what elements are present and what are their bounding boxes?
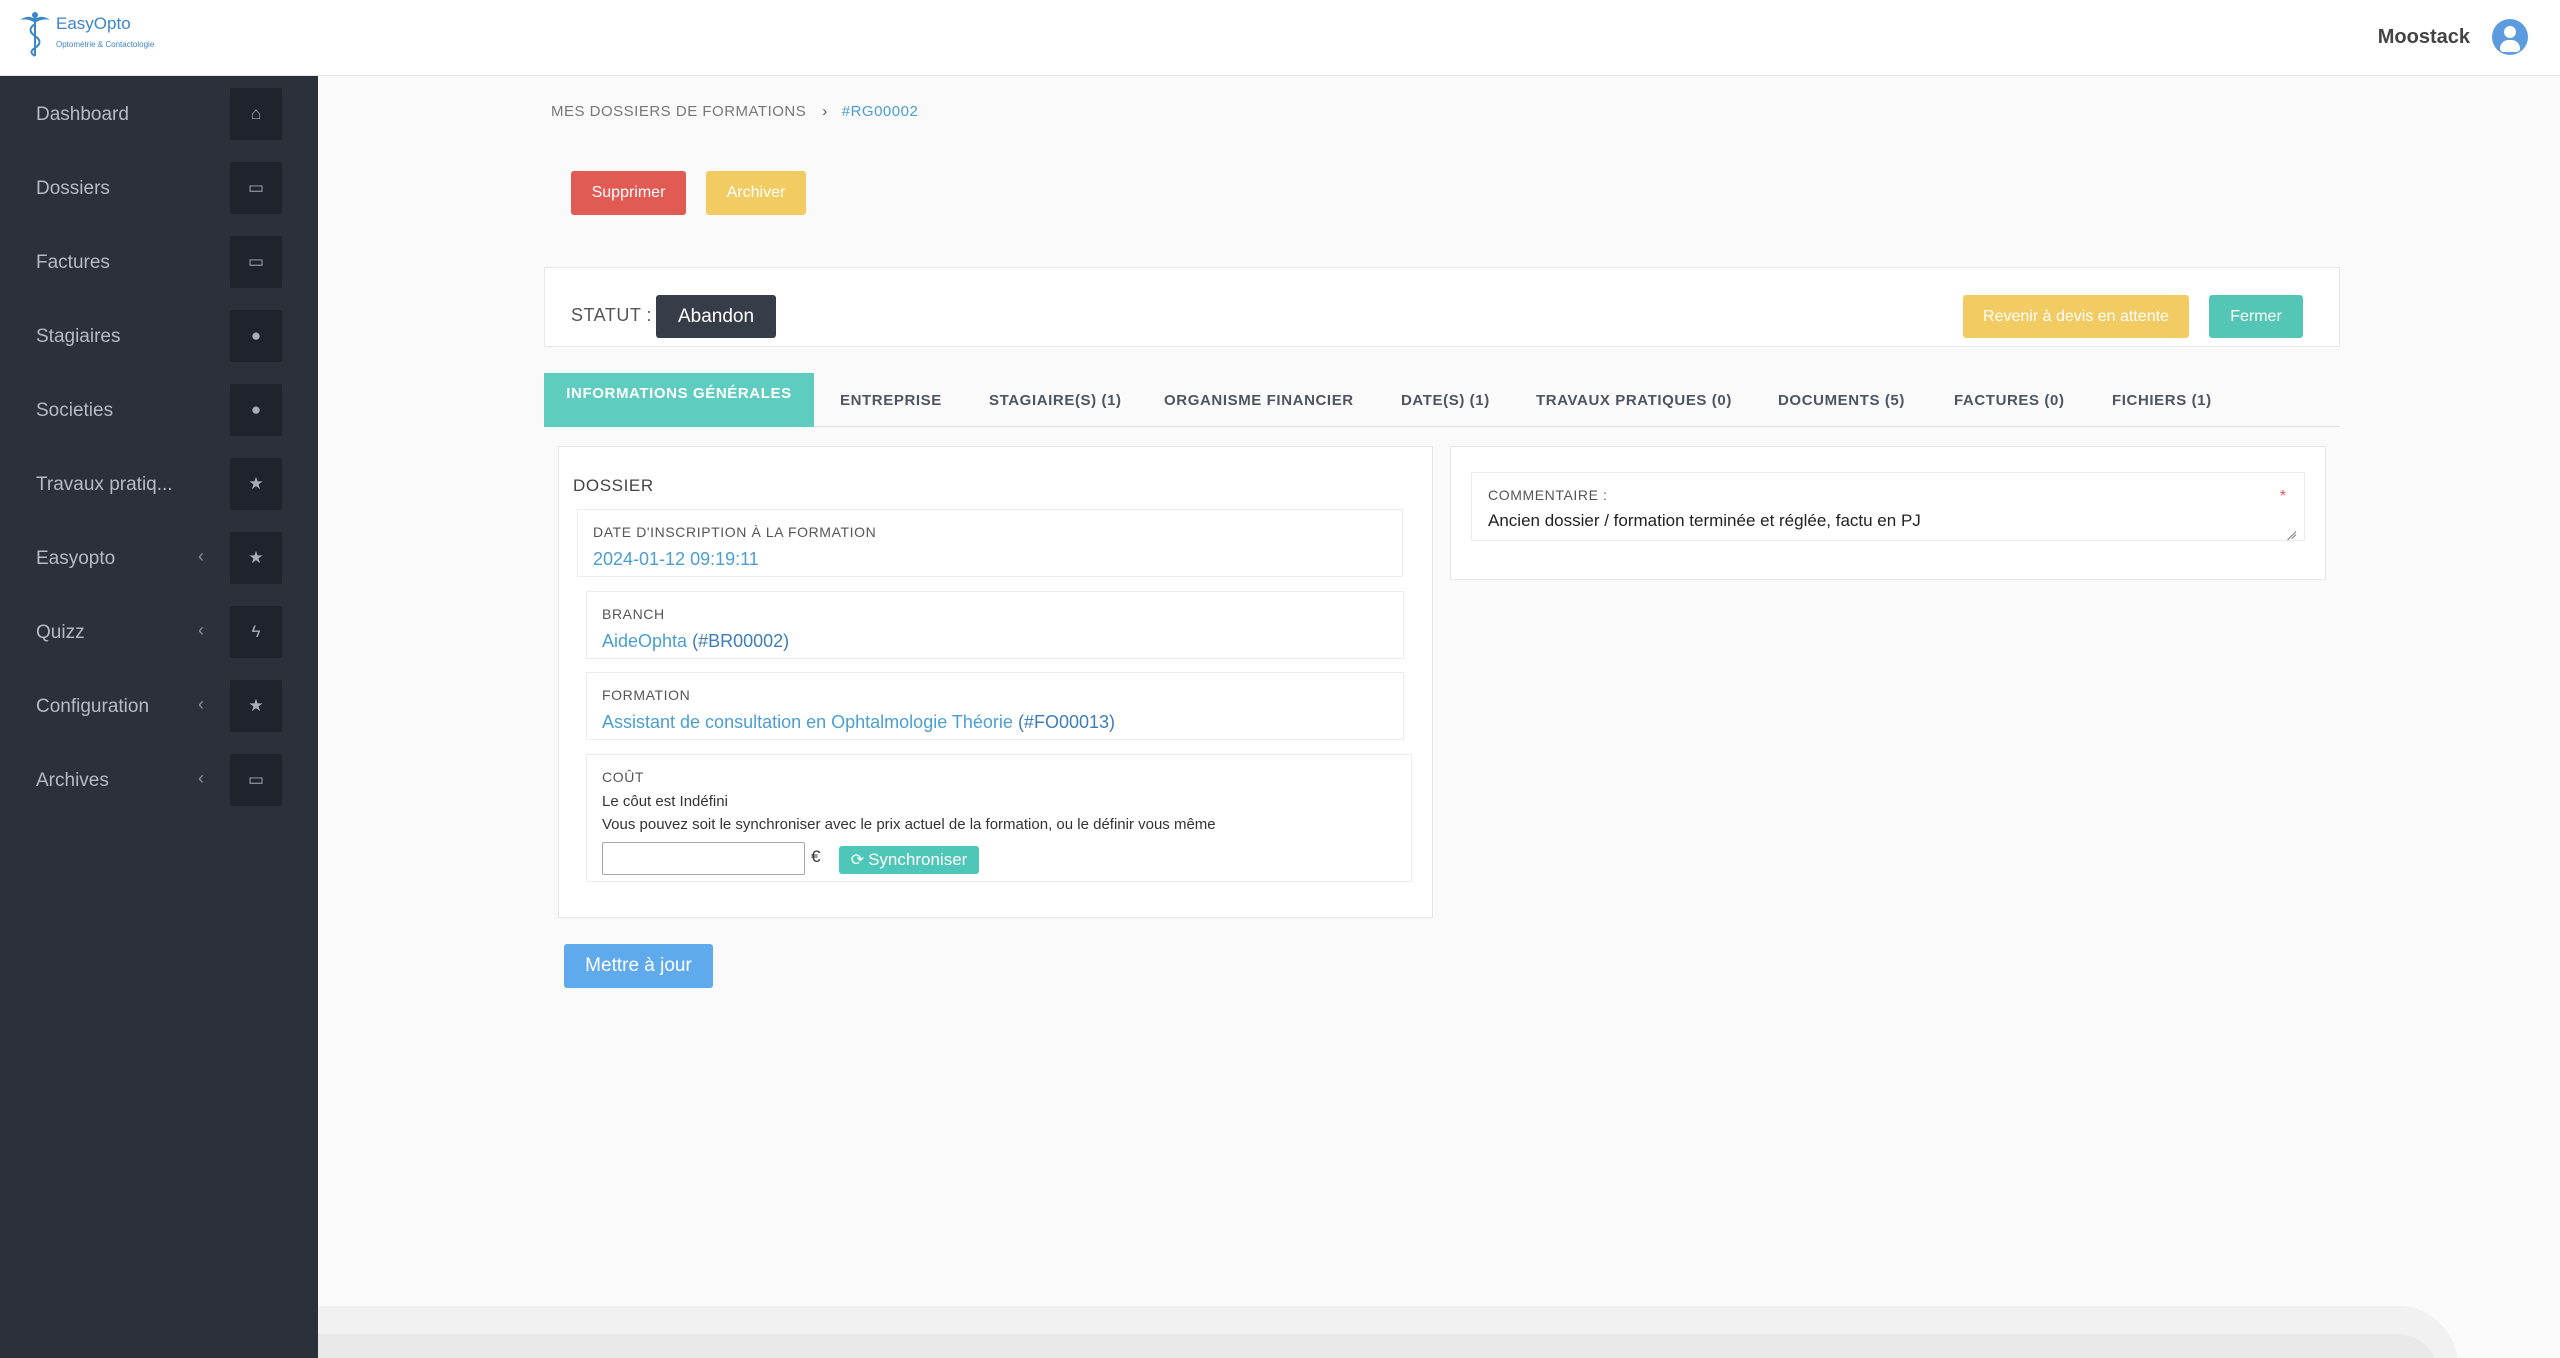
sync-button[interactable]: ⟳ Synchroniser	[839, 846, 979, 874]
star-icon: ★	[230, 458, 282, 510]
inscription-date-label: DATE D'INSCRIPTION À LA FORMATION	[593, 524, 877, 540]
logo-text: EasyOpto	[56, 14, 131, 33]
sidebar-item-quizz[interactable]: Quizz ‹ ϟ	[0, 594, 318, 668]
formation-code: (#FO00013)	[1017, 712, 1115, 732]
branch-label: BRANCH	[602, 606, 665, 622]
card-icon: ▭	[230, 236, 282, 288]
dossier-title: DOSSIER	[573, 476, 654, 495]
revert-to-quote-button[interactable]: Revenir à devis en attente	[1963, 295, 2189, 338]
home-icon: ⌂	[230, 88, 282, 140]
star-icon: ★	[230, 532, 282, 584]
sidebar-item-label: Quizz	[36, 622, 85, 643]
status-badge: Abandon	[656, 295, 776, 338]
status-panel: STATUT : Abandon Revenir à devis en atte…	[544, 267, 2340, 347]
branch-value: AideOphta (#BR00002)	[602, 631, 789, 652]
comment-text: Ancien dossier / formation terminée et r…	[1488, 511, 1921, 530]
sidebar-item-archives[interactable]: Archives ‹ ▭	[0, 742, 318, 816]
tab-files[interactable]: FICHIERS (1)	[2112, 373, 2212, 427]
card-icon: ▭	[230, 754, 282, 806]
update-button[interactable]: Mettre à jour	[564, 944, 713, 988]
breadcrumb-current: #RG00002	[841, 103, 919, 120]
cost-help-text: Vous pouvez soit le synchroniser avec le…	[602, 816, 1216, 833]
sidebar-item-label: Dossiers	[36, 178, 110, 199]
sidebar-item-label: Societies	[36, 400, 114, 421]
sidebar-item-societies[interactable]: Societies ●	[0, 372, 318, 446]
sidebar-item-label: Configuration	[36, 696, 150, 717]
easyopto-logo[interactable]: EasyOpto Optométrie & Contactologie	[18, 10, 168, 62]
star-icon: ★	[230, 680, 282, 732]
user-icon: ●	[230, 384, 282, 436]
sidebar-item-dossiers[interactable]: Dossiers ▭	[0, 150, 318, 224]
logo-subtitle: Optométrie & Contactologie	[56, 40, 155, 49]
chevron-left-icon: ‹	[198, 694, 204, 714]
cost-field: COÛT Le côut est Indéfini Vous pouvez so…	[586, 754, 1412, 882]
sidebar-item-easyopto[interactable]: Easyopto ‹ ★	[0, 520, 318, 594]
formation-field: FORMATION Assistant de consultation en O…	[586, 672, 1404, 740]
tab-documents[interactable]: DOCUMENTS (5)	[1778, 373, 1905, 427]
sidebar-item-travaux-pratiq[interactable]: Travaux pratiq... ★	[0, 446, 318, 520]
branch-field: BRANCH AideOphta (#BR00002)	[586, 591, 1404, 659]
chevron-left-icon: ‹	[198, 620, 204, 640]
status-label: STATUT :	[571, 305, 653, 325]
tab-practical-work[interactable]: TRAVAUX PRATIQUES (0)	[1536, 373, 1732, 427]
sidebar-item-label: Archives	[36, 770, 109, 791]
sidebar-item-label: Travaux pratiq...	[36, 474, 173, 495]
close-file-button[interactable]: Fermer	[2209, 295, 2303, 338]
card-icon: ▭	[230, 162, 282, 214]
breadcrumb-parent[interactable]: MES DOSSIERS DE FORMATIONS	[551, 103, 806, 120]
branch-link[interactable]: AideOphta	[602, 631, 687, 651]
comment-label: COMMENTAIRE :	[1488, 487, 1608, 503]
formation-label: FORMATION	[602, 687, 691, 703]
formation-link[interactable]: Assistant de consultation en Ophtalmolog…	[602, 712, 1013, 732]
sidebar: Dashboard ⌂ Dossiers ▭ Factures ▭ Stagiaires ● S…	[0, 76, 318, 1358]
chevron-left-icon: ‹	[198, 768, 204, 788]
user-icon: ●	[230, 310, 282, 362]
caduceus-icon	[20, 12, 50, 57]
currency-symbol: €	[811, 847, 821, 866]
sidebar-item-factures[interactable]: Factures ▭	[0, 224, 318, 298]
breadcrumb: MES DOSSIERS DE FORMATIONS › #RG00002	[551, 103, 918, 120]
sidebar-item-label: Dashboard	[36, 104, 129, 125]
top-header: EasyOpto Optométrie & Contactologie Moos…	[0, 0, 2560, 76]
breadcrumb-separator-icon: ›	[822, 103, 828, 120]
footer-decoration-inner	[318, 1334, 2438, 1358]
branch-code: (#BR00002)	[692, 631, 790, 651]
sidebar-item-configuration[interactable]: Configuration ‹ ★	[0, 668, 318, 742]
chevron-left-icon: ‹	[198, 546, 204, 566]
sync-button-label: Synchroniser	[868, 850, 968, 869]
tab-general-info[interactable]: INFORMATIONS GÉNÉRALES	[544, 373, 814, 427]
required-marker: *	[2279, 488, 2286, 505]
inscription-date-field: DATE D'INSCRIPTION À LA FORMATION 2024-0…	[577, 509, 1403, 577]
cost-input[interactable]	[602, 842, 805, 875]
tab-bar: INFORMATIONS GÉNÉRALES ENTREPRISE STAGIA…	[544, 373, 2340, 427]
comment-textarea[interactable]: COMMENTAIRE : * Ancien dossier / formati…	[1471, 472, 2305, 541]
delete-button[interactable]: Supprimer	[571, 171, 686, 215]
tab-invoices[interactable]: FACTURES (0)	[1954, 373, 2065, 427]
user-name[interactable]: Moostack	[2378, 26, 2470, 49]
tab-funding-body[interactable]: ORGANISME FINANCIER	[1164, 373, 1354, 427]
resize-handle-icon[interactable]	[2286, 525, 2296, 535]
sidebar-item-dashboard[interactable]: Dashboard ⌂	[0, 76, 318, 150]
sidebar-item-label: Stagiaires	[36, 326, 121, 347]
refresh-icon: ⟳	[850, 852, 865, 869]
sidebar-item-label: Easyopto	[36, 548, 116, 569]
cost-label: COÛT	[602, 769, 645, 785]
sidebar-item-label: Factures	[36, 252, 110, 273]
tab-trainees[interactable]: STAGIAIRE(S) (1)	[989, 373, 1122, 427]
formation-value: Assistant de consultation en Ophtalmolog…	[602, 712, 1115, 733]
dossier-card: DOSSIER DATE D'INSCRIPTION À LA FORMATIO…	[558, 446, 1433, 918]
archive-button[interactable]: Archiver	[706, 171, 806, 215]
sidebar-item-stagiaires[interactable]: Stagiaires ●	[0, 298, 318, 372]
cost-status-text: Le côut est Indéfini	[602, 793, 728, 810]
user-avatar-icon[interactable]	[2492, 19, 2528, 55]
bolt-icon: ϟ	[230, 606, 282, 658]
tab-company[interactable]: ENTREPRISE	[840, 373, 942, 427]
tab-dates[interactable]: DATE(S) (1)	[1401, 373, 1490, 427]
comment-card: COMMENTAIRE : * Ancien dossier / formati…	[1450, 446, 2326, 580]
inscription-date-value: 2024-01-12 09:19:11	[593, 549, 759, 569]
